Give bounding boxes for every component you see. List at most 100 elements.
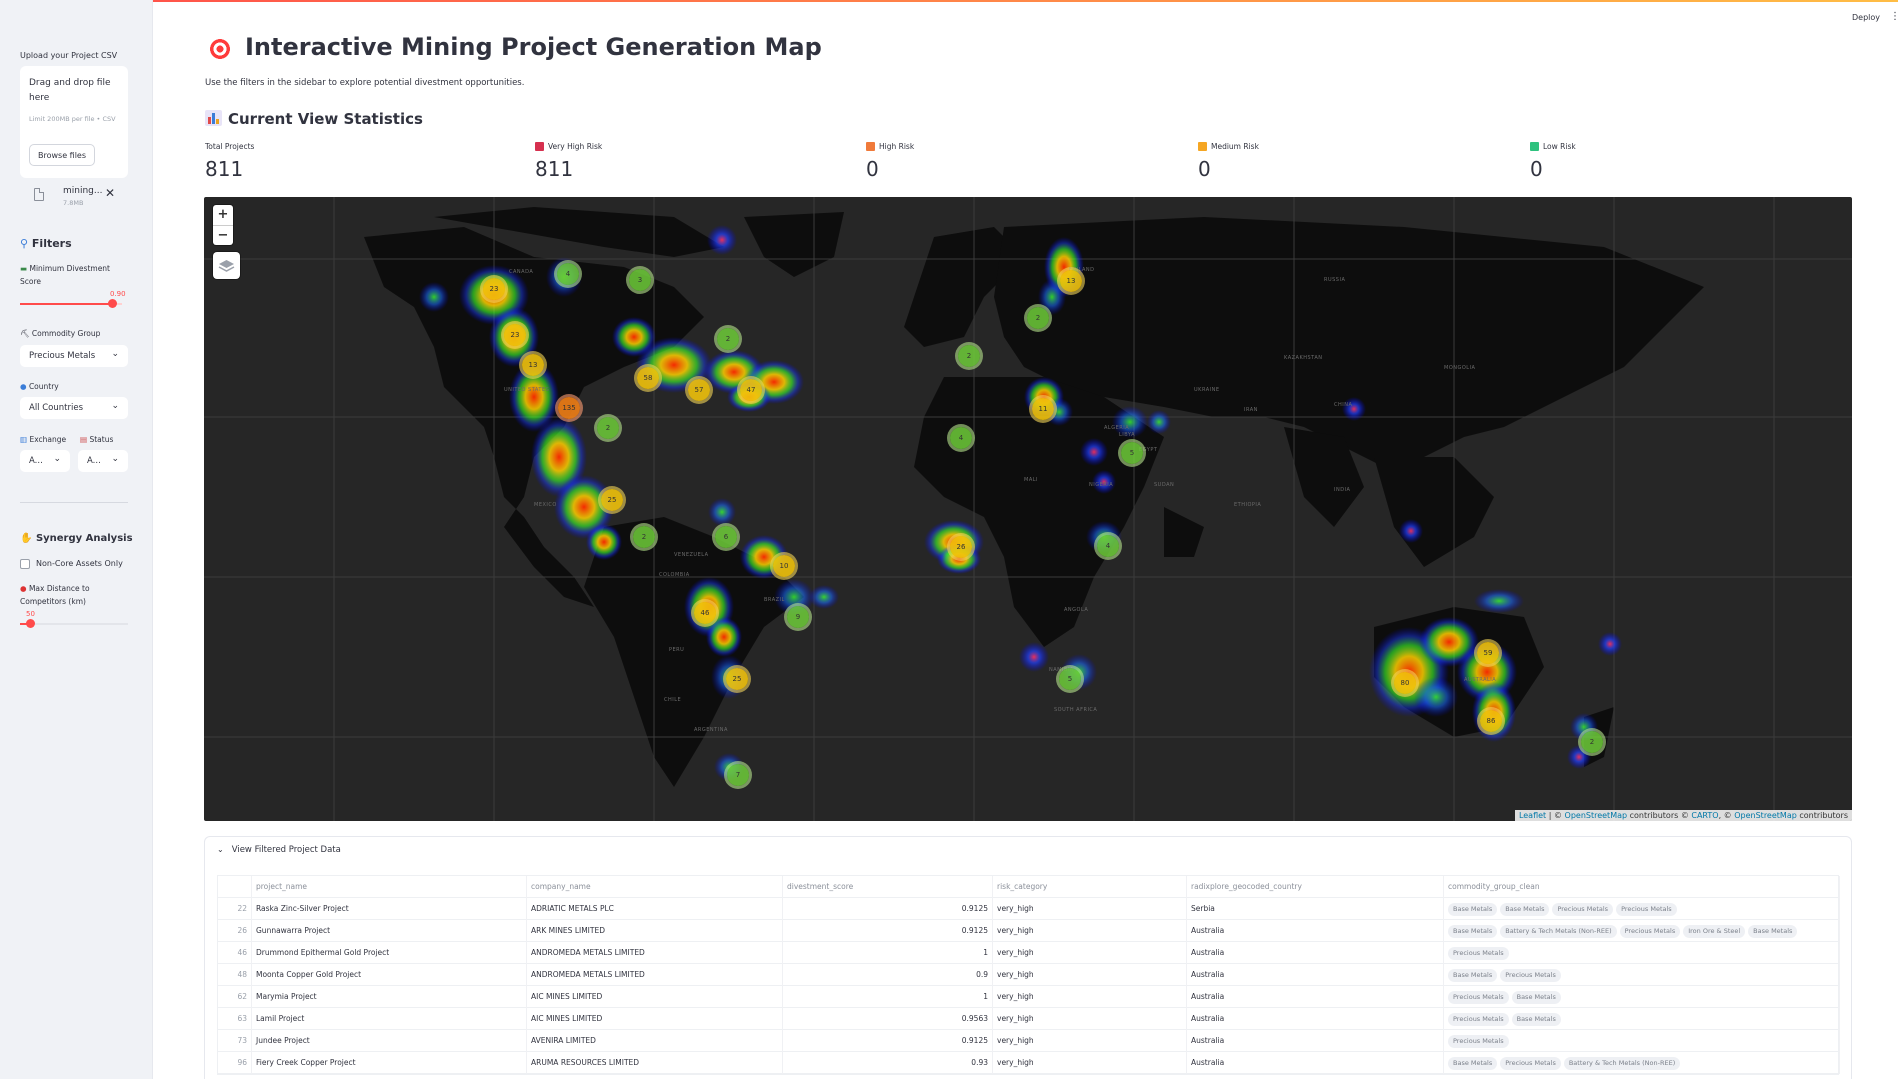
map-country-label: IRAN [1244,407,1258,413]
min-score-slider-fill [20,303,112,305]
map-country-label: MEXICO [534,502,557,508]
zoom-in-button[interactable]: + [213,205,233,225]
cluster-marker[interactable]: 2 [633,526,655,548]
table-cell-score: 0.9 [783,964,993,986]
table-row[interactable]: 26 Gunnawarra Project ARK MINES LIMITED 0.9… [218,920,1840,942]
table-row[interactable]: 63 Lamil Project AIC MINES LIMITED 0.9563 ve… [218,1008,1840,1030]
layers-icon[interactable] [213,252,240,279]
cluster-marker[interactable]: 4 [950,427,972,449]
exchange-select[interactable]: A... ⌄ [20,450,70,472]
noncore-label[interactable]: Non-Core Assets Only [36,557,123,570]
remove-file-close-icon[interactable]: ✕ [105,186,115,200]
leaflet-link[interactable]: Leaflet [1519,811,1546,820]
project-data-table[interactable]: project_name company_name divestment_score… [217,875,1840,1075]
synergy-title: ✋ Synergy Analysis [20,533,133,544]
cluster-marker[interactable]: 2 [958,345,980,367]
map[interactable]: CANADA UNITED STATES MEXICO BRAZIL PERU ARGEN… [204,197,1852,821]
cluster-marker[interactable]: 80 [1394,672,1416,694]
min-score-slider-handle[interactable] [107,299,117,308]
carto-link[interactable]: CARTO [1691,811,1718,820]
column-header[interactable]: commodity_group_clean [1444,876,1840,898]
sidebar-divider [20,502,128,503]
status-select[interactable]: A... ⌄ [78,450,128,472]
chevron-down-icon: ⌄ [111,349,119,359]
dropzone-limit: Limit 200MB per file • CSV [29,115,116,123]
max-distance-slider[interactable] [20,619,128,628]
cluster-marker[interactable]: 4 [1097,535,1119,557]
table-row[interactable]: 73 Jundee Project AVENIRA LIMITED 0.9125 ver… [218,1030,1840,1052]
map-country-label: RUSSIA [1324,277,1346,283]
table-row[interactable]: 62 Marymia Project AIC MINES LIMITED 1 very_… [218,986,1840,1008]
cluster-marker[interactable]: 47 [740,379,762,401]
vertical-dots-icon[interactable]: ⋮ [1890,11,1898,22]
cluster-marker[interactable]: 57 [688,379,710,401]
commodity-tag: Base Metals [1448,1057,1498,1070]
zoom-out-button[interactable]: − [213,225,233,245]
metric-card: Medium Risk 0 [1198,142,1498,181]
cluster-marker[interactable]: 2 [1027,307,1049,329]
chevron-down-icon: ⌄ [111,401,119,411]
file-dropzone[interactable]: Drag and drop file here Limit 200MB per … [20,66,128,178]
cluster-marker[interactable]: 3 [629,269,651,291]
cluster-marker[interactable]: 7 [727,764,749,786]
table-cell-tags: Precious Metals Base Metals [1444,1008,1840,1030]
upload-label: Upload your Project CSV [20,51,118,60]
column-header[interactable]: company_name [527,876,783,898]
column-header[interactable]: project_name [252,876,527,898]
cluster-marker[interactable]: 10 [773,555,795,577]
osm-link-2[interactable]: OpenStreetMap [1734,811,1797,820]
browse-files-button[interactable]: Browse files [29,144,95,166]
table-row[interactable]: 46 Drummond Epithermal Gold Project ANDROM… [218,942,1840,964]
cluster-marker[interactable]: 46 [694,602,716,624]
metric-value: 811 [205,157,244,181]
commodity-tag: Iron Ore & Steel [1683,925,1746,938]
country-select[interactable]: All Countries ⌄ [20,397,128,419]
cluster-marker[interactable]: 4 [557,263,579,285]
table-cell-company: ARUMA RESOURCES LIMITED [527,1052,783,1074]
column-header[interactable]: radixplore_geocoded_country [1187,876,1444,898]
cluster-marker[interactable]: 59 [1477,642,1499,664]
column-header[interactable]: risk_category [993,876,1187,898]
table-row[interactable]: 22 Raska Zinc-Silver Project ADRIATIC META… [218,898,1840,920]
cluster-marker[interactable]: 2 [597,417,619,439]
deploy-button[interactable]: Deploy [1852,13,1880,22]
cluster-marker[interactable]: 25 [726,668,748,690]
cluster-marker[interactable]: 13 [1060,270,1082,292]
cluster-marker[interactable]: 135 [558,397,580,419]
cluster-marker[interactable]: 23 [483,278,505,300]
commodity-select[interactable]: Precious Metals ⌄ [20,345,128,367]
commodity-tag: Precious Metals [1448,991,1509,1004]
cluster-marker[interactable]: 58 [637,367,659,389]
stats-title: Current View Statistics [205,110,423,128]
expander-header[interactable]: ⌄ View Filtered Project Data [217,845,341,855]
cluster-marker[interactable]: 86 [1480,710,1502,732]
cluster-marker[interactable]: 11 [1032,398,1054,420]
table-row[interactable]: 96 Fiery Creek Copper Project ARUMA RESOUR… [218,1052,1840,1074]
noncore-checkbox[interactable] [20,559,30,569]
map-country-label: ANGOLA [1064,607,1089,613]
cluster-marker[interactable]: 2 [1581,731,1603,753]
cluster-marker[interactable]: 5 [1121,442,1143,464]
table-row[interactable]: 48 Moonta Copper Gold Project ANDROMEDA ME… [218,964,1840,986]
cluster-marker[interactable]: 26 [950,536,972,558]
column-header[interactable]: divestment_score [783,876,993,898]
cluster-marker[interactable]: 23 [504,324,526,346]
table-cell-score: 0.9125 [783,920,993,942]
cluster-marker[interactable]: 13 [522,354,544,376]
table-cell-company: AIC MINES LIMITED [527,986,783,1008]
top-accent-line [0,0,1898,2]
max-distance-slider-handle[interactable] [26,619,35,628]
cluster-marker[interactable]: 6 [715,526,737,548]
cluster-marker[interactable]: 5 [1059,668,1081,690]
table-cell-idx: 26 [218,920,252,942]
map-country-label: ETHIOPIA [1234,502,1262,508]
table-cell-project: Lamil Project [252,1008,527,1030]
cluster-marker[interactable]: 2 [717,328,739,350]
commodity-tag: Base Metals [1448,969,1498,982]
osm-link[interactable]: OpenStreetMap [1565,811,1628,820]
table-cell-score: 1 [783,942,993,964]
cluster-marker[interactable]: 9 [787,606,809,628]
min-score-slider[interactable] [20,299,122,308]
cluster-marker[interactable]: 25 [601,489,623,511]
handshake-icon: ✋ [20,533,33,544]
